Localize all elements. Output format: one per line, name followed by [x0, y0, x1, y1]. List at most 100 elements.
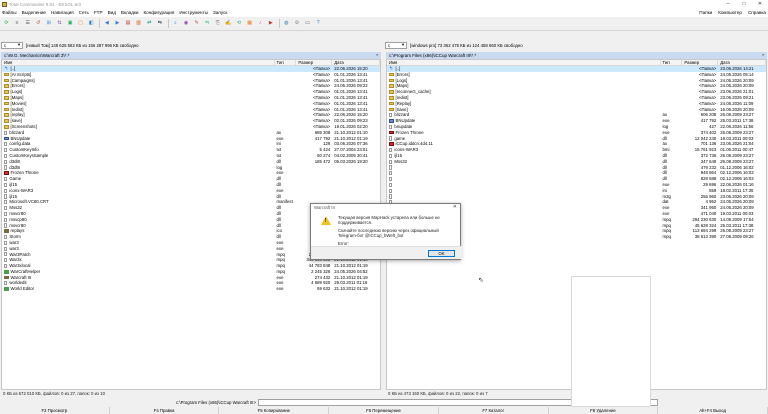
sync-icon[interactable]: ↺: [34, 19, 43, 28]
file-icon: [389, 171, 393, 176]
file-icon: [389, 142, 394, 147]
right-drive-select[interactable]: c ▾: [385, 41, 407, 49]
left-path: c:\W.G. Mechanics\Warcraft 3\*.*: [4, 53, 70, 58]
column-header-size[interactable]: Размер: [682, 60, 719, 65]
file-icon: [4, 159, 8, 164]
parent-dir-icon: ↰: [4, 66, 9, 72]
select-icon[interactable]: ▣: [66, 19, 75, 28]
browser-icon[interactable]: ◍: [282, 19, 291, 28]
file-icon: [4, 240, 8, 245]
file-icon: [389, 176, 393, 182]
file-icon: [4, 176, 8, 182]
refresh-icon[interactable]: ⟳: [2, 19, 11, 28]
left-drive-info: [новый Том] 149 625 582 КБ из 156 287 99…: [26, 42, 139, 48]
column-header-type[interactable]: Тип: [661, 60, 683, 65]
folder-icon: [4, 113, 9, 118]
function-key-button[interactable]: F4 Правка: [110, 407, 220, 414]
ok-button[interactable]: OK: [428, 250, 455, 257]
toolbar-separator: [278, 19, 280, 28]
folder-icon: [4, 119, 9, 123]
ftp-icon[interactable]: ⇄: [145, 19, 154, 28]
file-row[interactable]: World Editor exe 69 632 21.10.2012 01:19: [2, 286, 380, 292]
view-icon[interactable]: ◉: [182, 19, 191, 28]
brief-view-icon[interactable]: ≡: [13, 19, 22, 28]
menu-item[interactable]: Файлы: [2, 10, 17, 15]
right-path-bar[interactable]: c:\Program Files (x86)\iCCup Warcraft II…: [386, 52, 767, 59]
ftp-new-icon[interactable]: ⇆: [155, 19, 164, 28]
maximize-button[interactable]: □: [736, 0, 752, 8]
left-drive-select[interactable]: c ▾: [1, 41, 23, 49]
function-key-button[interactable]: Alt+F4 Выход: [658, 407, 768, 414]
menu-item[interactable]: Папки: [699, 10, 712, 15]
full-view-icon[interactable]: ☰: [23, 19, 32, 28]
function-key-bar: F3 Просмотр F4 Правка F5 Копирование F6 Пер…: [0, 407, 768, 414]
warning-glyph: !: [324, 218, 327, 224]
minimize-button[interactable]: –: [720, 0, 736, 8]
function-key-button[interactable]: F6 Перемещение: [329, 407, 439, 414]
column-header-name[interactable]: Имя: [387, 60, 661, 65]
invert-icon[interactable]: ◧: [87, 19, 96, 28]
column-header-date[interactable]: Дата: [718, 60, 766, 65]
menu-item[interactable]: Запуск: [213, 10, 227, 15]
close-button[interactable]: ✕: [752, 0, 768, 8]
file-size: 38 613 390: [694, 234, 717, 240]
function-key-button[interactable]: F8 Удаление: [549, 407, 659, 414]
file-icon: [389, 119, 394, 123]
left-path-bar[interactable]: c:\W.G. Mechanics\Warcraft 3\*.* *: [1, 52, 381, 59]
video-icon[interactable]: ▶: [266, 19, 275, 28]
search-icon[interactable]: ⌕: [171, 19, 180, 28]
column-header-size[interactable]: Размер: [296, 60, 333, 65]
file-icon: [389, 147, 393, 153]
function-key-button[interactable]: F7 Каталог: [439, 407, 549, 414]
column-header-date[interactable]: Дата: [332, 60, 380, 65]
folder-sync-icon[interactable]: ⟲: [234, 19, 243, 28]
file-icon: [4, 194, 8, 199]
notepad-icon[interactable]: ✍: [224, 19, 233, 28]
menu-item[interactable]: Выделение: [22, 10, 46, 15]
file-icon: [389, 153, 393, 158]
file-icon: [4, 200, 8, 205]
dialog-message: Текущая версия MapHack устарела или боль…: [338, 215, 458, 251]
file-icon: [4, 234, 8, 240]
chevron-down-icon: ▾: [401, 42, 404, 47]
chevron-down-icon: ▾: [17, 42, 20, 47]
menu-item[interactable]: Конфигурация: [144, 10, 175, 15]
terminal-icon[interactable]: ▭: [303, 19, 312, 28]
music-icon[interactable]: ♪: [256, 19, 265, 28]
image-icon[interactable]: ▦: [245, 19, 254, 28]
title-bar: Total Commander 9.51 - EKSOL.6/3 – □ ✕: [0, 0, 768, 8]
menu-item[interactable]: Навигация: [51, 10, 74, 15]
menu-item[interactable]: FTP: [94, 10, 103, 15]
forward-icon[interactable]: ▶: [113, 19, 122, 28]
menu-item[interactable]: Вкладки: [121, 10, 139, 15]
left-drive-bar: c ▾ [новый Том] 149 625 582 КБ из 156 287…: [1, 41, 139, 49]
help-icon[interactable]: ?: [314, 19, 323, 28]
right-path-star[interactable]: *: [762, 52, 764, 59]
file-icon: [4, 142, 8, 147]
sort-icon[interactable]: ⇅: [55, 19, 64, 28]
menu-item[interactable]: Вид: [108, 10, 116, 15]
unselect-icon[interactable]: ▢: [76, 19, 85, 28]
file-icon: [389, 188, 393, 193]
file-type: exe: [276, 286, 284, 292]
function-key-button[interactable]: F3 Просмотр: [0, 407, 110, 414]
menu-item[interactable]: Компьютер: [718, 10, 742, 15]
unpack-icon[interactable]: ▥: [134, 19, 143, 28]
left-path-star[interactable]: *: [376, 52, 378, 59]
compare-icon[interactable]: ⇋: [203, 19, 212, 28]
function-key-button[interactable]: F5 Копирование: [219, 407, 330, 414]
pack-icon[interactable]: ▤: [124, 19, 133, 28]
menu-item[interactable]: Инструменты: [179, 10, 208, 15]
column-header-name[interactable]: Имя: [2, 60, 275, 65]
menu-item[interactable]: Сеть: [79, 10, 89, 15]
multi-rename-icon[interactable]: ✎: [192, 19, 201, 28]
dialog-close-button[interactable]: ✕: [453, 204, 457, 211]
menu-item[interactable]: Справка: [748, 10, 766, 15]
left-drive-letter: c: [4, 42, 7, 48]
column-header-type[interactable]: Тип: [275, 60, 297, 65]
file-icon: [4, 229, 9, 233]
settings-icon[interactable]: ⚙: [292, 19, 301, 28]
back-icon[interactable]: ◀: [102, 19, 111, 28]
tree-icon[interactable]: ⊞: [44, 19, 53, 28]
copy-names-icon[interactable]: ⎘: [213, 19, 222, 28]
